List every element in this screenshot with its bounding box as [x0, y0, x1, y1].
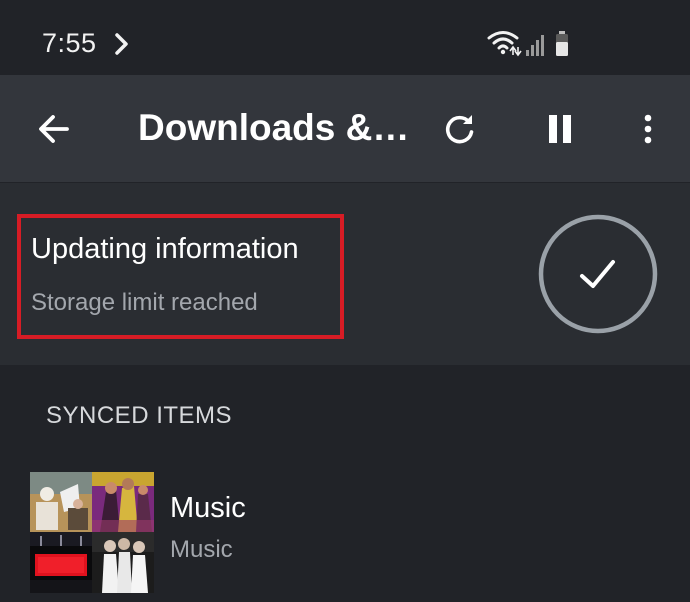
back-button[interactable] [30, 105, 78, 153]
status-icons [487, 31, 568, 57]
wifi-icon [487, 31, 522, 57]
page-title: Downloads &… [138, 107, 410, 148]
album-art-3 [30, 532, 92, 593]
arrow-back-icon [39, 115, 69, 143]
synced-item-music[interactable]: Music Music [0, 460, 690, 602]
album-art-1 [30, 472, 92, 532]
sync-status-card: Updating information Storage limit reach… [0, 183, 690, 365]
check-circle-icon [538, 214, 658, 334]
album-art-2 [92, 472, 154, 532]
status-time: 7:55 [42, 28, 97, 58]
battery-icon [556, 31, 568, 56]
pause-icon [549, 115, 571, 143]
refresh-icon [446, 115, 474, 144]
album-art-4 [92, 532, 154, 593]
sync-status-title: Updating information [31, 233, 299, 265]
section-header: SYNCED ITEMS [46, 402, 233, 429]
chevron-right-icon [115, 33, 128, 55]
more-options-button[interactable] [624, 105, 672, 153]
synced-item-subtitle: Music [170, 536, 233, 563]
album-collage [30, 472, 154, 593]
signal-icon [526, 35, 544, 56]
refresh-button[interactable] [436, 105, 484, 153]
sync-status-subtitle: Storage limit reached [31, 289, 258, 316]
pause-button[interactable] [536, 105, 584, 153]
status-bar: 7:55 [0, 0, 690, 75]
more-vert-icon [644, 114, 652, 144]
toolbar: Downloads &… [0, 75, 690, 182]
synced-item-title: Music [170, 492, 246, 524]
